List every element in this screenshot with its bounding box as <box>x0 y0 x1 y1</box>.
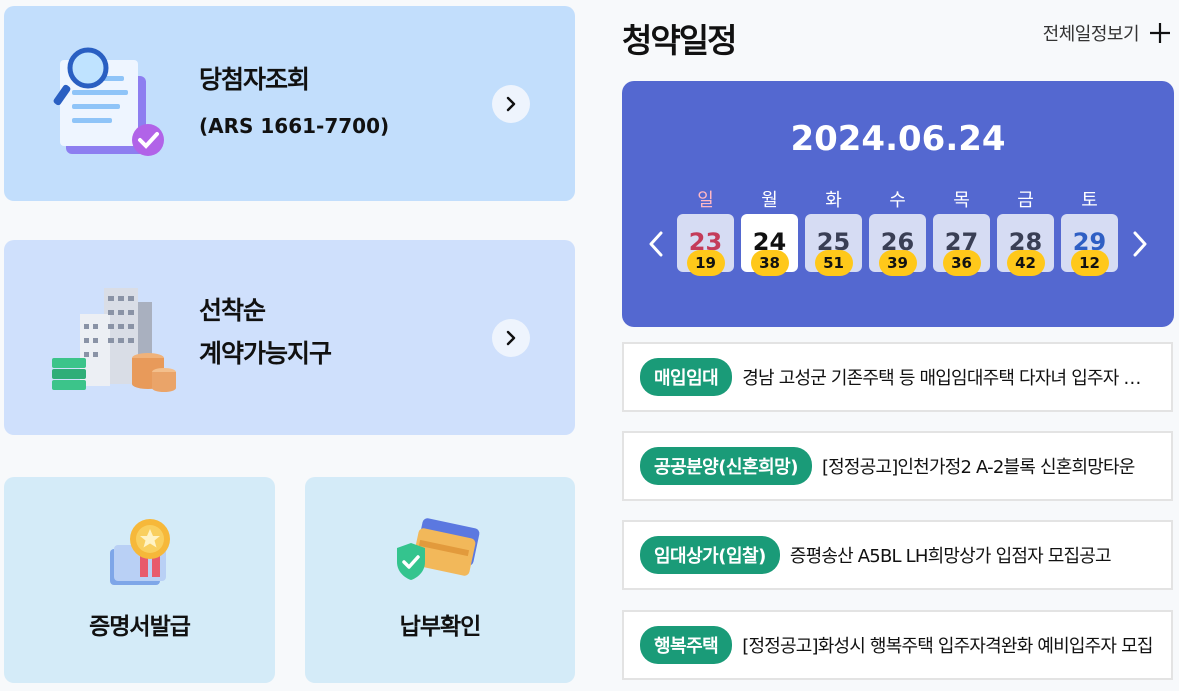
first-come-arrow-button[interactable] <box>492 319 530 357</box>
schedule-calendar: 2024.06.24 일 23 19 월 24 38 화 25 51 수 26 … <box>622 81 1174 327</box>
calendar-day-sun[interactable]: 일 23 19 <box>677 186 734 276</box>
winner-lookup-card[interactable]: 당첨자조회 (ARS 1661-7700) <box>4 6 575 201</box>
notice-item[interactable]: 공공분양(신혼희망) [정정공고]인천가정2 A-2블록 신혼희망타운 <box>622 431 1173 501</box>
certificate-issue-card[interactable]: 증명서발급 <box>4 477 275 683</box>
day-count-badge: 19 <box>686 250 725 276</box>
winner-lookup-title: 당첨자조회 <box>199 65 310 94</box>
day-count-badge: 36 <box>942 250 981 276</box>
day-of-week: 화 <box>825 190 842 211</box>
notice-item[interactable]: 임대상가(입찰) 증평송산 A5BL LH희망상가 입점자 모집공고 <box>622 520 1173 590</box>
certificate-issue-label: 증명서발급 <box>89 614 191 640</box>
day-count-badge: 38 <box>750 250 789 276</box>
notice-item[interactable]: 행복주택 [정정공고]화성시 행복주택 입주자격완화 예비입주자 모집 <box>622 610 1173 680</box>
calendar-day-fri[interactable]: 금 28 42 <box>997 186 1054 276</box>
notice-item[interactable]: 매입임대 경남 고성군 기존주택 등 매입임대주택 다자녀 입주자 모집 <box>622 342 1173 412</box>
winner-lookup-arrow-button[interactable] <box>492 85 530 123</box>
notice-title: [정정공고]화성시 행복주택 입주자격완화 예비입주자 모집 <box>742 636 1153 657</box>
calendar-day-tue[interactable]: 화 25 51 <box>805 186 862 276</box>
day-count-badge: 51 <box>814 250 853 276</box>
day-of-week: 토 <box>1081 190 1098 211</box>
document-search-icon <box>53 47 164 156</box>
plus-icon <box>1150 23 1170 43</box>
day-count-badge: 42 <box>1006 250 1045 276</box>
chevron-right-icon <box>506 330 516 346</box>
apartment-coins-icon <box>52 288 176 392</box>
day-of-week: 수 <box>889 190 906 211</box>
notice-category-badge: 임대상가(입찰) <box>640 536 780 574</box>
notice-title: [정정공고]인천가정2 A-2블록 신혼희망타운 <box>821 457 1135 478</box>
calendar-prev-button[interactable] <box>644 229 668 259</box>
notice-category-badge: 공공분양(신혼희망) <box>640 447 812 485</box>
day-of-week: 월 <box>761 190 778 211</box>
first-come-contract-card[interactable]: 선착순 계약가능지구 <box>4 240 575 435</box>
calendar-day-mon[interactable]: 월 24 38 <box>741 186 798 276</box>
day-of-week: 목 <box>953 190 970 211</box>
schedule-title: 청약일정 <box>622 21 737 60</box>
day-count-badge: 12 <box>1070 250 1109 276</box>
notice-title: 증평송산 A5BL LH희망상가 입점자 모집공고 <box>789 546 1112 567</box>
certificate-medal-icon <box>110 519 170 585</box>
day-count-badge: 39 <box>878 250 917 276</box>
chevron-left-icon <box>649 231 663 257</box>
calendar-current-date: 2024.06.24 <box>790 119 1006 159</box>
notice-title: 경남 고성군 기존주택 등 매입임대주택 다자녀 입주자 모집 <box>742 368 1156 389</box>
chevron-right-icon <box>1133 231 1147 257</box>
winner-lookup-ars: (ARS 1661-7700) <box>199 114 390 138</box>
calendar-day-thu[interactable]: 목 27 36 <box>933 186 990 276</box>
first-come-title-line1: 선착순 <box>199 296 266 325</box>
calendar-next-button[interactable] <box>1128 229 1152 259</box>
notice-category-badge: 행복주택 <box>640 626 733 664</box>
chevron-right-icon <box>506 96 516 112</box>
credit-card-shield-icon <box>397 518 480 580</box>
payment-check-card[interactable]: 납부확인 <box>305 477 575 683</box>
notice-category-badge: 매입임대 <box>640 358 733 396</box>
payment-check-label: 납부확인 <box>399 614 482 640</box>
calendar-day-wed[interactable]: 수 26 39 <box>869 186 926 276</box>
first-come-title-line2: 계약가능지구 <box>199 339 332 368</box>
calendar-week: 일 23 19 월 24 38 화 25 51 수 26 39 목 27 36 … <box>677 186 1122 306</box>
view-all-label: 전체일정보기 <box>1042 24 1140 45</box>
calendar-day-sat[interactable]: 토 29 12 <box>1061 186 1118 276</box>
view-all-schedule-link[interactable]: 전체일정보기 <box>1043 20 1171 46</box>
day-of-week: 일 <box>697 190 714 211</box>
day-of-week: 금 <box>1017 190 1034 211</box>
